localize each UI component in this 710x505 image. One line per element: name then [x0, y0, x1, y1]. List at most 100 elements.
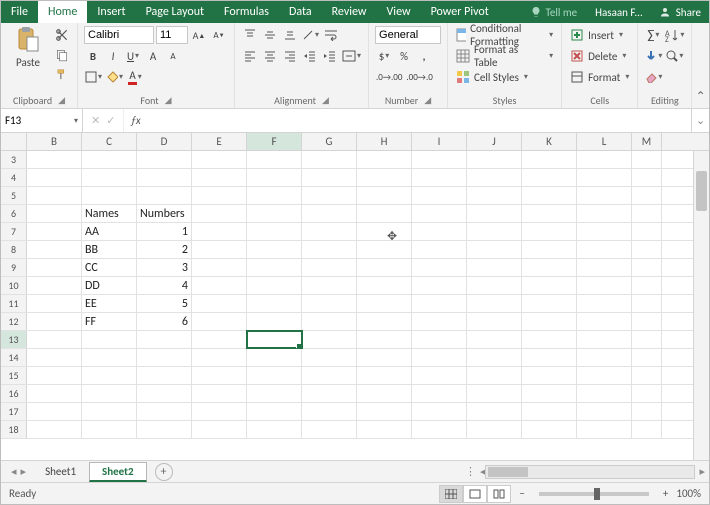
- tab-review[interactable]: Review: [322, 1, 377, 23]
- fill-color-button[interactable]: ▾: [105, 68, 124, 86]
- cell-M9[interactable]: [632, 259, 662, 276]
- cell-L12[interactable]: [577, 313, 632, 330]
- cell-I13[interactable]: [412, 331, 467, 348]
- row-header-13[interactable]: 13: [1, 331, 27, 348]
- cell-L13[interactable]: [577, 331, 632, 348]
- cell-F7[interactable]: [247, 223, 302, 240]
- decrease-font-alt[interactable]: A: [164, 47, 182, 65]
- cell-G7[interactable]: [302, 223, 357, 240]
- cell-J3[interactable]: [467, 151, 522, 168]
- insert-cells-button[interactable]: Insert▾: [568, 26, 625, 44]
- row-header-17[interactable]: 17: [1, 403, 27, 420]
- cell-E3[interactable]: [192, 151, 247, 168]
- cell-J11[interactable]: [467, 295, 522, 312]
- expand-formula-bar-button[interactable]: ⌄: [691, 109, 709, 132]
- sheet-tab-sheet1[interactable]: Sheet1: [32, 462, 89, 482]
- cell-H13[interactable]: [357, 331, 412, 348]
- cell-B4[interactable]: [27, 169, 82, 186]
- row-header-15[interactable]: 15: [1, 367, 27, 384]
- increase-font-alt[interactable]: A: [144, 47, 162, 65]
- cell-I12[interactable]: [412, 313, 467, 330]
- number-format-select[interactable]: [375, 26, 441, 44]
- row-header-5[interactable]: 5: [1, 187, 27, 204]
- page-break-view-button[interactable]: [487, 485, 511, 503]
- cell-D16[interactable]: [137, 385, 192, 402]
- cell-G9[interactable]: [302, 259, 357, 276]
- cell-E13[interactable]: [192, 331, 247, 348]
- share-button[interactable]: Share: [651, 1, 709, 23]
- cell-H14[interactable]: [357, 349, 412, 366]
- cell-F17[interactable]: [247, 403, 302, 420]
- cell-C3[interactable]: [82, 151, 137, 168]
- cell-C8[interactable]: BB: [82, 241, 137, 258]
- conditional-formatting-button[interactable]: Conditional Formatting▾: [454, 26, 555, 44]
- cell-J16[interactable]: [467, 385, 522, 402]
- cell-C5[interactable]: [82, 187, 137, 204]
- align-top-button[interactable]: [241, 26, 259, 44]
- row-header-4[interactable]: 4: [1, 169, 27, 186]
- cell-I15[interactable]: [412, 367, 467, 384]
- cell-H17[interactable]: [357, 403, 412, 420]
- name-box[interactable]: F13▾: [1, 109, 83, 132]
- cell-L11[interactable]: [577, 295, 632, 312]
- cell-L18[interactable]: [577, 421, 632, 438]
- cell-M18[interactable]: [632, 421, 662, 438]
- decrease-decimal-button[interactable]: .00→.0: [405, 68, 433, 86]
- collapse-ribbon-button[interactable]: ⌃: [692, 23, 709, 108]
- cell-K3[interactable]: [522, 151, 577, 168]
- cell-C10[interactable]: DD: [82, 277, 137, 294]
- cell-D11[interactable]: 5: [137, 295, 192, 312]
- cell-I10[interactable]: [412, 277, 467, 294]
- cell-K11[interactable]: [522, 295, 577, 312]
- cell-I9[interactable]: [412, 259, 467, 276]
- cell-L4[interactable]: [577, 169, 632, 186]
- cell-C6[interactable]: Names: [82, 205, 137, 222]
- cell-B15[interactable]: [27, 367, 82, 384]
- cell-J4[interactable]: [467, 169, 522, 186]
- cell-K18[interactable]: [522, 421, 577, 438]
- merge-center-button[interactable]: ▾: [341, 47, 362, 65]
- cell-B11[interactable]: [27, 295, 82, 312]
- cell-B10[interactable]: [27, 277, 82, 294]
- cell-F14[interactable]: [247, 349, 302, 366]
- col-header-C[interactable]: C: [82, 133, 137, 150]
- col-header-B[interactable]: B: [27, 133, 82, 150]
- sheet-nav-prev[interactable]: ◂: [11, 465, 17, 478]
- cell-G14[interactable]: [302, 349, 357, 366]
- cell-K6[interactable]: [522, 205, 577, 222]
- cell-B12[interactable]: [27, 313, 82, 330]
- cell-D9[interactable]: 3: [137, 259, 192, 276]
- cell-M3[interactable]: [632, 151, 662, 168]
- vertical-scrollbar[interactable]: [693, 151, 709, 460]
- dialog-launcher-icon[interactable]: ◢: [424, 95, 431, 106]
- cell-M7[interactable]: [632, 223, 662, 240]
- cell-E4[interactable]: [192, 169, 247, 186]
- cell-I7[interactable]: [412, 223, 467, 240]
- col-header-K[interactable]: K: [522, 133, 577, 150]
- cell-K14[interactable]: [522, 349, 577, 366]
- font-size-select[interactable]: [156, 26, 188, 44]
- cell-L15[interactable]: [577, 367, 632, 384]
- cell-C7[interactable]: AA: [82, 223, 137, 240]
- cell-I14[interactable]: [412, 349, 467, 366]
- normal-view-button[interactable]: [439, 485, 463, 503]
- cell-G12[interactable]: [302, 313, 357, 330]
- increase-decimal-button[interactable]: .0→.00: [375, 68, 403, 86]
- cell-E12[interactable]: [192, 313, 247, 330]
- cell-L17[interactable]: [577, 403, 632, 420]
- cell-M13[interactable]: [632, 331, 662, 348]
- cell-G17[interactable]: [302, 403, 357, 420]
- cell-E7[interactable]: [192, 223, 247, 240]
- account-user[interactable]: Hasaan F...: [587, 1, 651, 23]
- cancel-formula-button[interactable]: ✕: [91, 114, 100, 127]
- tab-power-pivot[interactable]: Power Pivot: [421, 1, 499, 23]
- cell-E5[interactable]: [192, 187, 247, 204]
- cell-M14[interactable]: [632, 349, 662, 366]
- cell-C13[interactable]: [82, 331, 137, 348]
- cell-L7[interactable]: [577, 223, 632, 240]
- format-as-table-button[interactable]: Format as Table▾: [454, 47, 555, 65]
- cell-J10[interactable]: [467, 277, 522, 294]
- cell-H12[interactable]: [357, 313, 412, 330]
- sheet-tab-sheet2[interactable]: Sheet2: [89, 462, 147, 482]
- cell-K4[interactable]: [522, 169, 577, 186]
